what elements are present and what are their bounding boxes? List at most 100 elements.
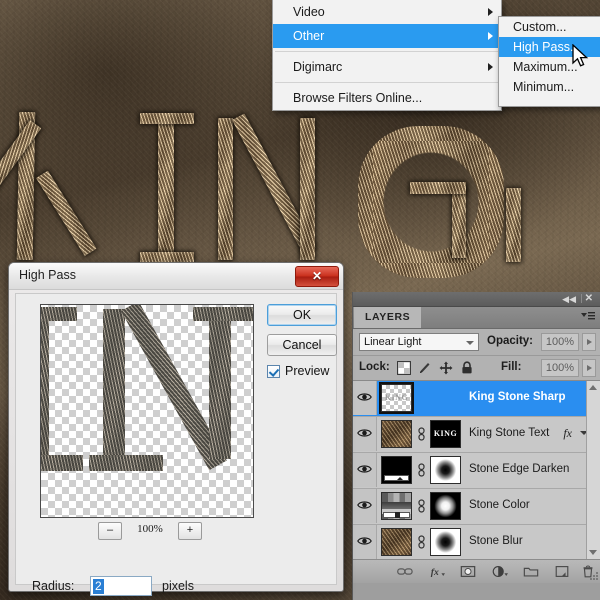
layer-mask-thumbnail[interactable] — [430, 456, 461, 484]
photoshop-window: Video Other Digimarc Browse Filters Onli… — [0, 0, 600, 600]
scroll-down-arrow-icon[interactable] — [589, 550, 597, 555]
layer-name: King Stone Text — [469, 427, 550, 439]
layer-thumbnail[interactable] — [381, 420, 412, 448]
mask-link-icon[interactable] — [417, 427, 426, 441]
layer-mask-thumbnail[interactable]: KING — [430, 420, 461, 448]
layer-mask-thumbnail[interactable] — [430, 492, 461, 520]
lock-position-icon[interactable] — [439, 361, 453, 375]
lock-row: Lock: Fill: 100% — [353, 356, 600, 381]
submenu-item-maximum-label: Maximum... — [513, 60, 578, 74]
layer-name: Stone Blur — [469, 535, 523, 547]
layer-thumbnail[interactable] — [381, 528, 412, 556]
layer-visibility-toggle[interactable] — [353, 417, 377, 451]
scroll-up-arrow-icon[interactable] — [589, 385, 597, 390]
cancel-button[interactable]: Cancel — [267, 334, 337, 356]
filter-preview[interactable] — [40, 304, 254, 518]
menu-separator — [275, 51, 499, 52]
zoom-level-label: 100% — [137, 523, 163, 535]
blend-mode-select[interactable]: Linear Light — [359, 333, 479, 351]
submenu-item-minimum[interactable]: Minimum... — [499, 77, 600, 97]
layers-scrollbar[interactable] — [586, 381, 600, 559]
menu-item-digimarc-label: Digimarc — [293, 60, 343, 74]
table-row[interactable]: Stone Blur — [353, 525, 600, 559]
panel-chrome-bar: ◀◀ ✕ — [353, 292, 600, 307]
filter-other-submenu[interactable]: Custom... High Pass... Maximum... Minimu… — [498, 16, 600, 107]
eye-icon — [357, 429, 372, 437]
link-layers-icon[interactable] — [397, 564, 413, 579]
panel-divider — [581, 294, 582, 303]
stone-letter-i-top-serif — [140, 113, 194, 124]
zoom-out-button[interactable]: – — [98, 522, 122, 540]
zoom-in-button[interactable]: + — [178, 522, 202, 540]
menu-item-digimarc[interactable]: Digimarc — [273, 55, 501, 79]
layer-thumbnail[interactable] — [381, 456, 412, 484]
layer-thumbnail[interactable]: KING — [379, 382, 414, 414]
layer-name: King Stone Sharp — [469, 391, 566, 403]
layer-visibility-toggle[interactable] — [353, 525, 377, 559]
dialog-titlebar[interactable]: High Pass ✕ — [9, 263, 343, 290]
preview-letter-n-left — [103, 309, 125, 471]
menu-item-other[interactable]: Other — [273, 24, 501, 48]
menu-item-video[interactable]: Video — [273, 0, 501, 24]
fill-input[interactable]: 100% — [541, 359, 579, 377]
eye-icon — [357, 465, 372, 473]
submenu-item-custom-label: Custom... — [513, 20, 567, 34]
layer-visibility-toggle[interactable] — [353, 453, 377, 487]
layer-name: Stone Color — [469, 499, 530, 511]
lock-transparent-pixels-icon[interactable] — [397, 361, 411, 375]
tab-layers[interactable]: LAYERS — [354, 307, 422, 328]
close-panel-icon[interactable]: ✕ — [585, 293, 593, 304]
radius-input[interactable]: 2 — [90, 576, 152, 596]
layer-fx-badge[interactable]: fx — [563, 426, 572, 441]
stone-letter-g-bar — [410, 182, 466, 194]
submenu-item-custom[interactable]: Custom... — [499, 17, 600, 37]
preview-checkbox-label: Preview — [285, 364, 330, 378]
submenu-item-high-pass[interactable]: High Pass... — [499, 37, 600, 57]
new-adjustment-layer-icon[interactable] — [492, 564, 508, 579]
add-layer-mask-icon[interactable] — [460, 564, 476, 579]
submenu-item-maximum[interactable]: Maximum... — [499, 57, 600, 77]
preview-letter-i-bottom-serif — [41, 455, 83, 471]
layer-visibility-toggle[interactable] — [353, 489, 377, 523]
submenu-item-high-pass-label: High Pass... — [513, 40, 581, 54]
layer-mask-thumbnail[interactable] — [430, 528, 461, 556]
collapse-panel-icon[interactable]: ◀◀ — [562, 294, 576, 304]
filter-menu[interactable]: Video Other Digimarc Browse Filters Onli… — [272, 0, 502, 111]
new-layer-icon[interactable] — [554, 564, 570, 579]
mask-link-icon[interactable] — [417, 463, 426, 477]
table-row[interactable]: Stone Color — [353, 489, 600, 525]
mask-link-icon[interactable] — [417, 499, 426, 513]
table-row[interactable]: KING King Stone Sharp — [353, 381, 600, 417]
panel-tab-row: LAYERS — [353, 307, 600, 329]
layers-panel[interactable]: ◀◀ ✕ LAYERS Linear Light Opacity: 100% L… — [352, 292, 600, 600]
dialog-body: – 100% + Radius: 2 pixels OK Cancel Prev… — [15, 293, 337, 596]
new-group-icon[interactable] — [523, 564, 539, 579]
lock-all-icon[interactable] — [460, 361, 474, 375]
layer-list[interactable]: KING King Stone Sharp KING King Stone Te… — [353, 381, 600, 559]
preview-letter-n-right — [209, 309, 231, 459]
menu-item-browse-filters-online[interactable]: Browse Filters Online... — [273, 86, 501, 110]
ok-button[interactable]: OK — [267, 304, 337, 326]
opacity-input[interactable]: 100% — [541, 333, 579, 351]
panel-menu-icon[interactable] — [581, 311, 595, 323]
preview-checkbox[interactable] — [267, 365, 280, 378]
fill-flyout-arrow-icon[interactable] — [582, 359, 596, 377]
fill-label: Fill: — [501, 361, 522, 373]
preview-letter-n-right-serif — [193, 307, 253, 321]
layer-thumbnail[interactable] — [381, 492, 412, 520]
stone-letter-n-left — [218, 118, 233, 260]
eye-icon — [357, 537, 372, 545]
lock-image-pixels-icon[interactable] — [418, 361, 432, 375]
table-row[interactable]: Stone Edge Darken — [353, 453, 600, 489]
table-row[interactable]: KING King Stone Text fx — [353, 417, 600, 453]
lock-label: Lock: — [359, 361, 390, 373]
opacity-flyout-arrow-icon[interactable] — [582, 333, 596, 351]
high-pass-dialog[interactable]: High Pass ✕ – 100% + Radius: 2 pixels OK… — [8, 262, 344, 596]
svg-text:fx: fx — [431, 567, 439, 578]
add-layer-style-icon[interactable]: fx — [429, 564, 445, 579]
close-icon[interactable]: ✕ — [295, 266, 339, 287]
stone-letter-g-bowl-wrap — [358, 126, 504, 278]
mask-link-icon[interactable] — [417, 535, 426, 549]
panel-resize-grip[interactable] — [589, 572, 598, 581]
layer-visibility-toggle[interactable] — [353, 381, 377, 415]
